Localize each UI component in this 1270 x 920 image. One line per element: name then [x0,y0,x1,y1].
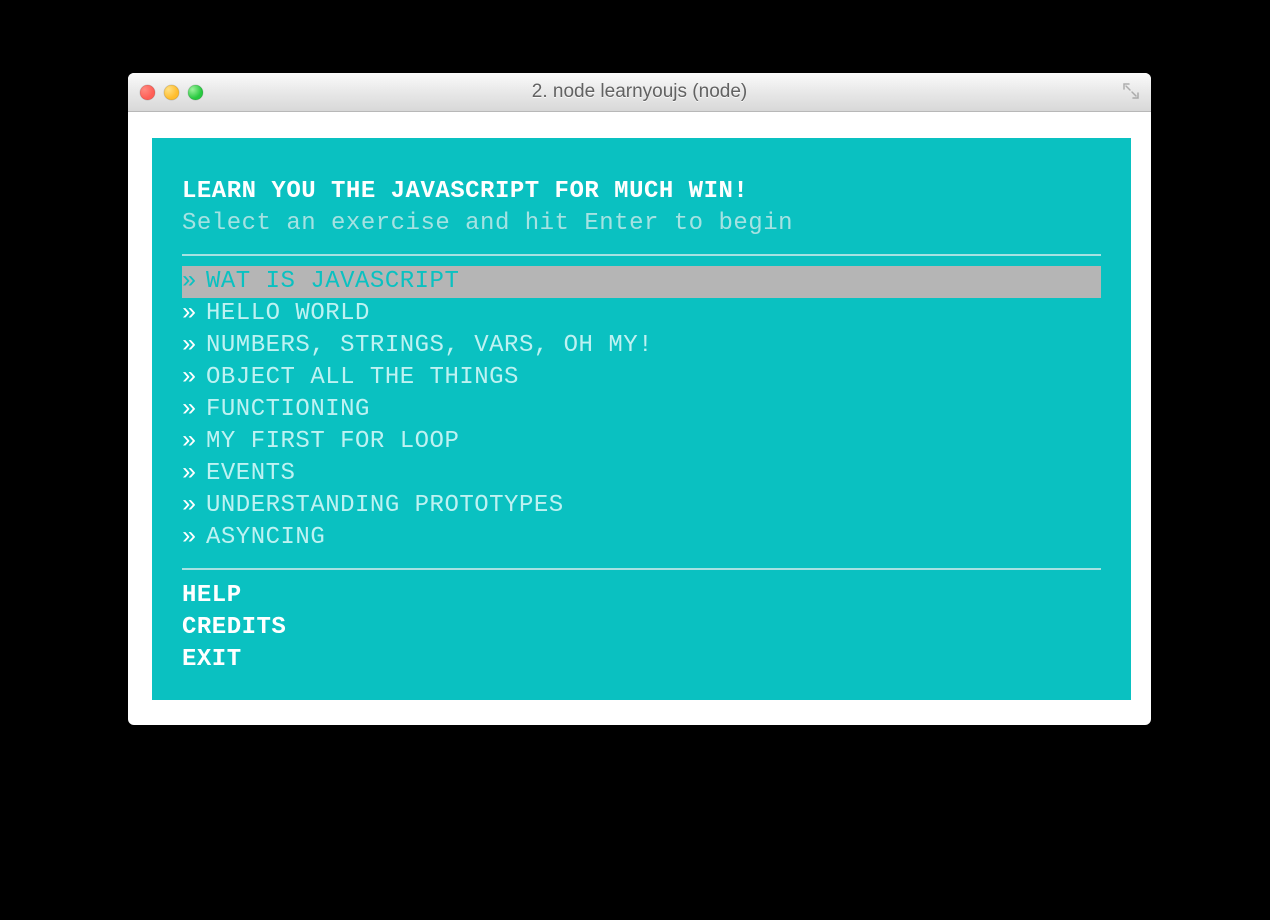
titlebar: 2. node learnyoujs (node) [128,73,1151,112]
fullscreen-icon[interactable] [1123,83,1139,99]
program-subtitle: Select an exercise and hit Enter to begi… [182,208,1101,240]
footer-item-exit[interactable]: EXIT [182,644,1101,676]
bullet-icon: » [182,522,206,554]
exercise-label: HELLO WORLD [206,298,370,330]
traffic-lights [140,73,203,111]
app-window: 2. node learnyoujs (node) LEARN YOU THE … [128,73,1151,725]
bullet-icon: » [182,266,206,298]
bullet-icon: » [182,490,206,522]
exercise-item[interactable]: »NUMBERS, STRINGS, VARS, OH MY! [182,330,1101,362]
exercise-label: OBJECT ALL THE THINGS [206,362,519,394]
footer-item-credits[interactable]: CREDITS [182,612,1101,644]
minimize-button[interactable] [164,85,179,100]
exercise-item[interactable]: »OBJECT ALL THE THINGS [182,362,1101,394]
terminal-content: LEARN YOU THE JAVASCRIPT FOR MUCH WIN! S… [152,138,1131,700]
exercise-item[interactable]: »FUNCTIONING [182,394,1101,426]
bullet-icon: » [182,362,206,394]
window-title: 2. node learnyoujs (node) [128,81,1151,103]
exercise-item[interactable]: »WAT IS JAVASCRIPT [182,266,1101,298]
program-title: LEARN YOU THE JAVASCRIPT FOR MUCH WIN! [182,176,1101,208]
exercise-item[interactable]: »UNDERSTANDING PROTOTYPES [182,490,1101,522]
exercise-menu[interactable]: »WAT IS JAVASCRIPT»HELLO WORLD»NUMBERS, … [182,266,1101,554]
footer-item-help[interactable]: HELP [182,580,1101,612]
bullet-icon: » [182,458,206,490]
bullet-icon: » [182,394,206,426]
zoom-button[interactable] [188,85,203,100]
exercise-item[interactable]: »ASYNCING [182,522,1101,554]
terminal-viewport: LEARN YOU THE JAVASCRIPT FOR MUCH WIN! S… [128,112,1151,725]
exercise-label: EVENTS [206,458,295,490]
footer-menu: HELPCREDITSEXIT [182,580,1101,676]
exercise-item[interactable]: »MY FIRST FOR LOOP [182,426,1101,458]
bullet-icon: » [182,426,206,458]
exercise-label: FUNCTIONING [206,394,370,426]
divider-bottom [182,568,1101,570]
exercise-label: UNDERSTANDING PROTOTYPES [206,490,564,522]
exercise-item[interactable]: »EVENTS [182,458,1101,490]
close-button[interactable] [140,85,155,100]
bullet-icon: » [182,330,206,362]
exercise-item[interactable]: »HELLO WORLD [182,298,1101,330]
exercise-label: ASYNCING [206,522,325,554]
divider-top [182,254,1101,256]
bullet-icon: » [182,298,206,330]
exercise-label: WAT IS JAVASCRIPT [206,266,459,298]
exercise-label: NUMBERS, STRINGS, VARS, OH MY! [206,330,653,362]
exercise-label: MY FIRST FOR LOOP [206,426,459,458]
